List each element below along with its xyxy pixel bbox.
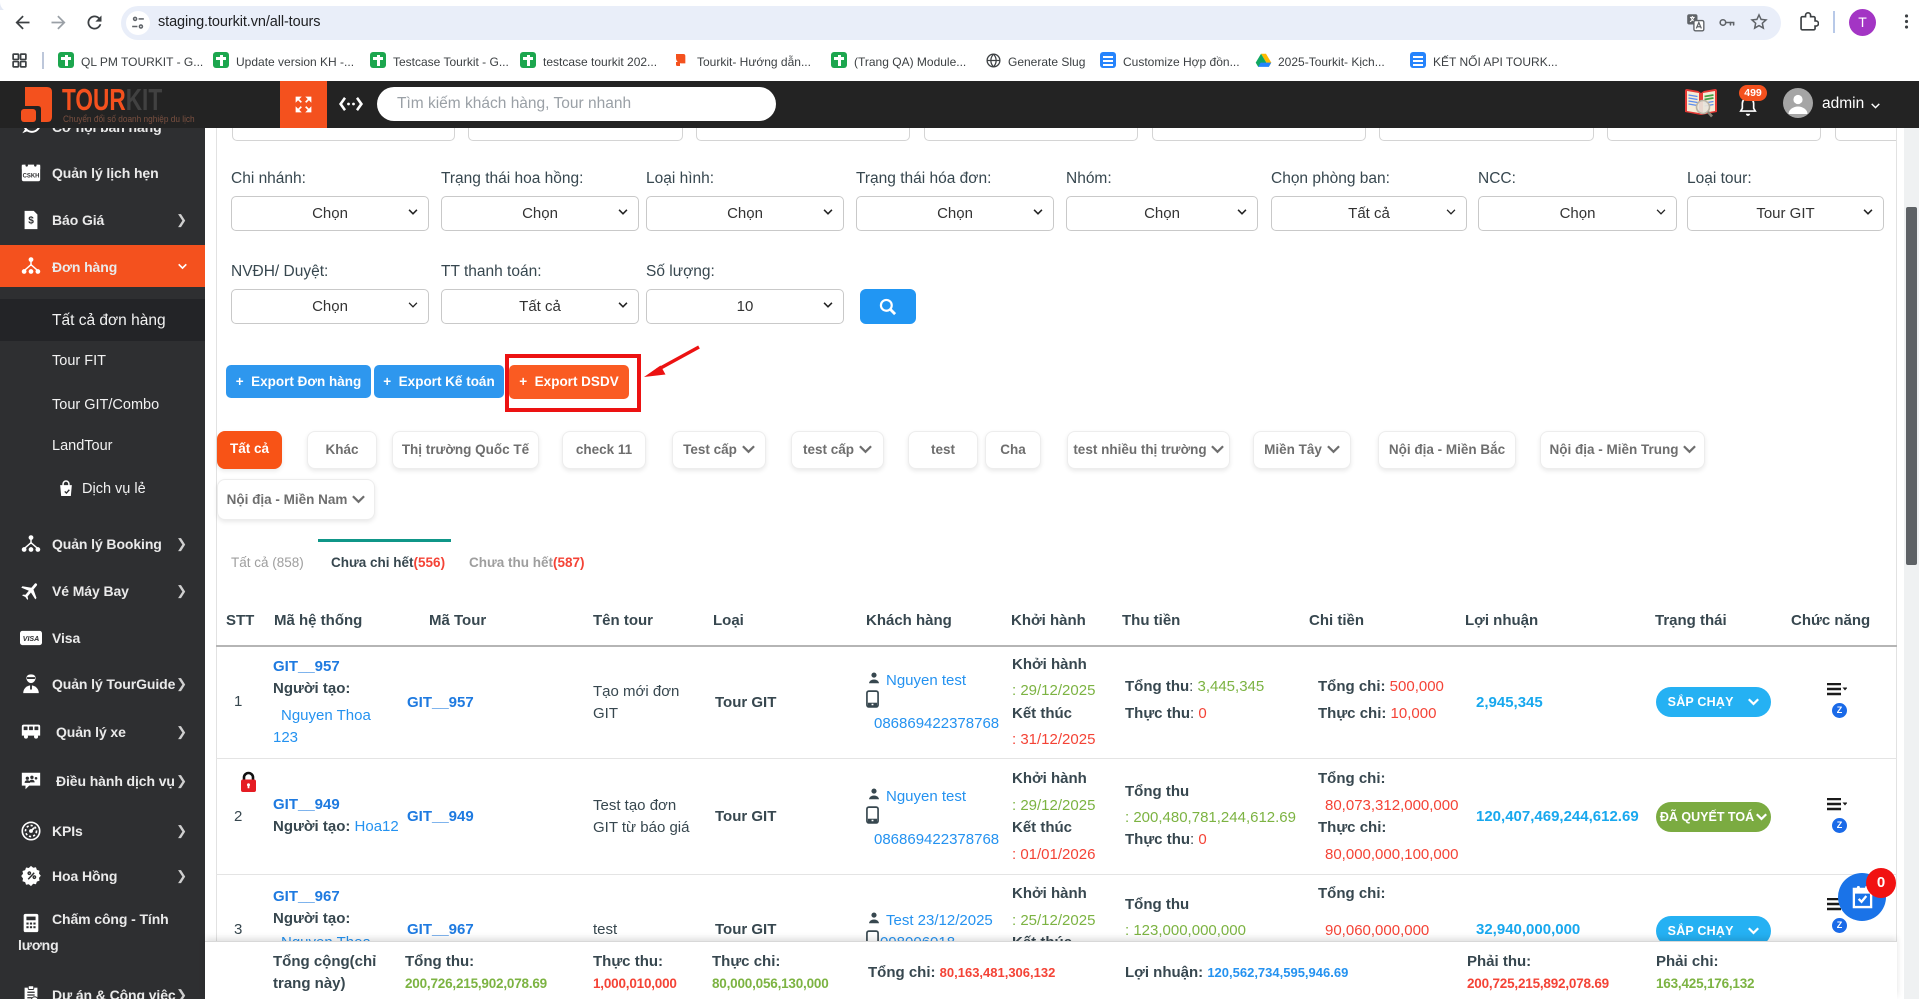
svg-text:CSKH: CSKH xyxy=(23,174,40,180)
svg-text:$: $ xyxy=(28,216,34,227)
svg-text:VISA: VISA xyxy=(23,636,39,643)
